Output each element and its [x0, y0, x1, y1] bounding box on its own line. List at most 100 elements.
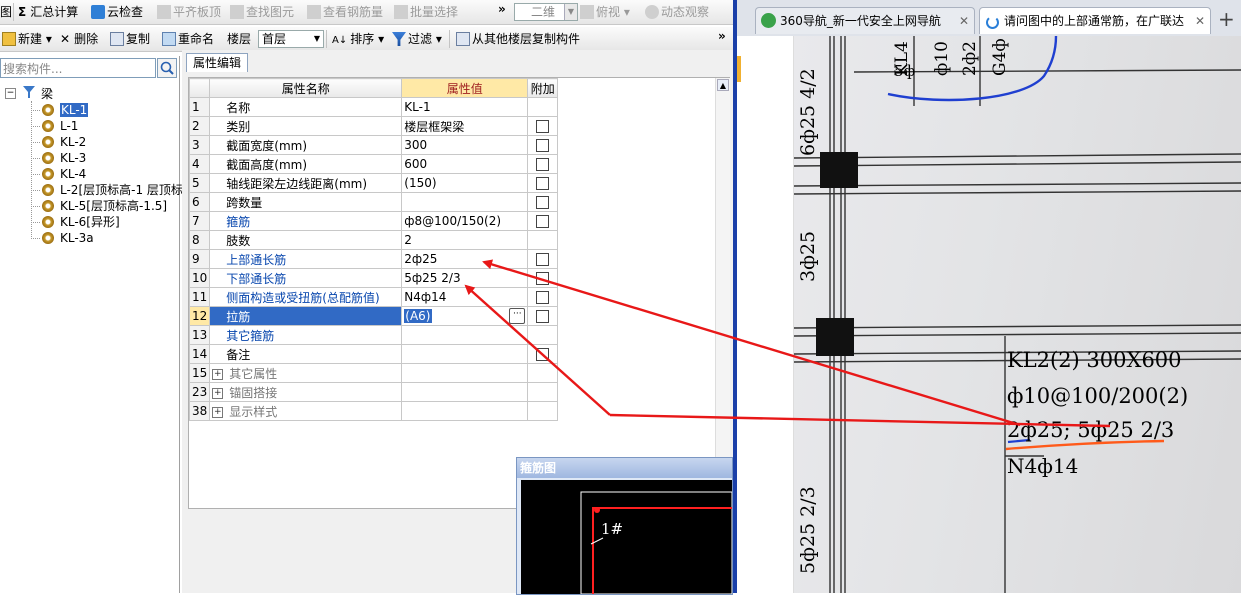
property-row[interactable]: 11 侧面构造或受扭筋(总配筋值) N4ф14 — [188, 287, 559, 307]
property-value-cell[interactable]: 300 — [401, 135, 529, 155]
search-input[interactable]: 搜索构件... — [0, 58, 156, 78]
property-row[interactable]: 12 拉筋 (A6) ··· — [188, 306, 559, 326]
tree-root-beam[interactable]: 梁 — [41, 85, 53, 102]
property-row[interactable]: 14 备注 — [188, 344, 559, 364]
tree-item[interactable]: KL-4 — [42, 166, 86, 182]
property-row[interactable]: 10 下部通长筋 5ф25 2/3 — [188, 268, 559, 288]
toolbar-overflow-chevron[interactable]: » — [718, 28, 726, 44]
flat-top-button[interactable]: 平齐板顶 — [157, 4, 221, 20]
property-value-cell[interactable]: 5ф25 2/3 — [401, 268, 529, 288]
property-name-label: 名称 — [226, 100, 251, 115]
expand-plus-icon[interactable]: + — [212, 387, 224, 399]
tab-property-edit[interactable]: 属性编辑 — [186, 53, 249, 72]
property-row[interactable]: 5 轴线距梁左边线距离(mm) (150) — [188, 173, 559, 193]
extra-checkbox[interactable] — [536, 158, 550, 171]
tree-item[interactable]: L-1 — [42, 118, 78, 134]
tree-item-label: L-2[层顶标高-1 层顶标 — [60, 183, 183, 197]
floor-select[interactable]: 首层 ▼ — [258, 30, 324, 48]
property-row[interactable]: 4 截面高度(mm) 600 — [188, 154, 559, 174]
tree-item[interactable]: KL-5[层顶标高-1.5] — [42, 198, 167, 214]
property-name-label: 截面宽度(mm) — [226, 138, 308, 153]
extra-checkbox[interactable] — [536, 139, 550, 152]
property-value-text: (A6) — [404, 309, 432, 323]
extra-cell — [527, 154, 559, 174]
tree-item[interactable]: KL-3a — [42, 230, 94, 246]
extra-checkbox[interactable] — [536, 348, 550, 361]
toolbar-left-fragment[interactable]: 图 — [0, 4, 12, 20]
property-value-cell[interactable] — [401, 363, 529, 383]
sort-button[interactable]: A↓ 排序 ▾ — [332, 31, 384, 47]
view-rebar-button[interactable]: 查看钢筋量 — [307, 4, 383, 20]
property-value-cell[interactable]: KL-1 — [401, 97, 529, 117]
browser-tab-question[interactable]: 请问图中的上部通常筋，在广联达 ✕ — [979, 7, 1211, 34]
extra-checkbox[interactable] — [536, 177, 550, 190]
property-value-cell[interactable] — [401, 325, 529, 345]
extra-checkbox[interactable] — [536, 272, 550, 285]
property-row[interactable]: 13 其它箍筋 — [188, 325, 559, 345]
expand-plus-icon[interactable]: + — [212, 406, 224, 418]
property-value-cell[interactable] — [401, 192, 529, 212]
toolbar-overflow-chevron[interactable]: » — [498, 1, 506, 17]
stirrup-canvas[interactable]: 1# — [521, 480, 733, 595]
property-value-text: 300 — [404, 138, 428, 152]
tree-collapse-toggle[interactable]: − — [5, 88, 16, 99]
tree-item[interactable]: L-2[层顶标高-1 层顶标 — [42, 182, 183, 198]
dynamic-view-button[interactable]: 动态观察 — [645, 4, 709, 20]
property-row[interactable]: 2 类别 楼层框架梁 — [188, 116, 559, 136]
search-button[interactable] — [157, 58, 177, 78]
property-row[interactable]: 15 + 其它属性 — [188, 363, 559, 383]
extra-checkbox[interactable] — [536, 120, 550, 133]
property-value-cell[interactable]: 2 — [401, 230, 529, 250]
property-value-cell[interactable]: ф8@100/150(2) — [401, 211, 529, 231]
find-element-button[interactable]: 查找图元 — [230, 4, 294, 20]
sum-calc-button[interactable]: Σ 汇总计算 — [18, 4, 78, 20]
property-row[interactable]: 6 跨数量 — [188, 192, 559, 212]
property-value-cell[interactable]: 楼层框架梁 — [401, 116, 529, 136]
property-value-cell[interactable]: 600 — [401, 154, 529, 174]
extra-checkbox[interactable] — [536, 215, 550, 228]
property-value-cell[interactable] — [401, 382, 529, 402]
extra-checkbox[interactable] — [536, 310, 550, 323]
property-row[interactable]: 38 + 显示样式 — [188, 401, 559, 421]
stirrup-window-title[interactable]: 箍筋图 — [517, 458, 732, 478]
expand-plus-icon[interactable]: + — [212, 368, 224, 380]
property-value-cell[interactable] — [401, 401, 529, 421]
property-value-cell[interactable] — [401, 344, 529, 364]
property-row[interactable]: 7 箍筋 ф8@100/150(2) — [188, 211, 559, 231]
property-row[interactable]: 3 截面宽度(mm) 300 — [188, 135, 559, 155]
ellipsis-button[interactable]: ··· — [509, 308, 526, 324]
copy-button[interactable]: 复制 — [110, 31, 150, 47]
property-row[interactable]: 1 名称 KL-1 — [188, 97, 559, 117]
extra-checkbox[interactable] — [536, 291, 550, 304]
close-icon[interactable]: ✕ — [1195, 8, 1205, 34]
property-row[interactable]: 23 + 锚固搭接 — [188, 382, 559, 402]
property-value-cell[interactable]: 2ф25 — [401, 249, 529, 269]
new-button[interactable]: 新建 ▾ — [2, 31, 52, 47]
cloud-check-button[interactable]: 云检查 — [91, 4, 143, 20]
view-mode-select[interactable]: 二维 ▼ — [514, 3, 578, 21]
property-value-cell[interactable]: (150) — [401, 173, 529, 193]
filter-button[interactable]: 过滤 ▾ — [392, 31, 442, 47]
property-row[interactable]: 8 肢数 2 — [188, 230, 559, 250]
browser-tab-360[interactable]: 360导航_新一代安全上网导航 ✕ — [755, 7, 975, 34]
tree-item[interactable]: KL-3 — [42, 150, 86, 166]
batch-select-button[interactable]: 批量选择 — [394, 4, 458, 20]
tree-line — [31, 142, 40, 143]
copy-from-floor-button[interactable]: 从其他楼层复制构件 — [456, 31, 580, 47]
property-value-text: 2ф25 — [404, 252, 438, 266]
new-tab-button[interactable]: + — [1218, 7, 1235, 31]
property-row[interactable]: 9 上部通长筋 2ф25 — [188, 249, 559, 269]
delete-button[interactable]: ✕ 删除 — [60, 31, 98, 47]
rename-button[interactable]: 重命名 — [162, 31, 214, 47]
property-value-cell[interactable]: N4ф14 — [401, 287, 529, 307]
extra-checkbox[interactable] — [536, 253, 550, 266]
extra-checkbox[interactable] — [536, 196, 550, 209]
property-value-cell[interactable]: (A6) ··· — [401, 306, 529, 326]
tree-item[interactable]: KL-6[异形] — [42, 214, 120, 230]
scroll-up-arrow[interactable]: ▲ — [717, 79, 729, 91]
tree-item[interactable]: KL-1 — [42, 102, 89, 118]
close-icon[interactable]: ✕ — [959, 8, 969, 34]
tree-item[interactable]: KL-2 — [42, 134, 86, 150]
top-view-button[interactable]: 俯视 ▾ — [580, 4, 630, 20]
vertical-scrollbar[interactable]: ▲ — [715, 78, 730, 508]
